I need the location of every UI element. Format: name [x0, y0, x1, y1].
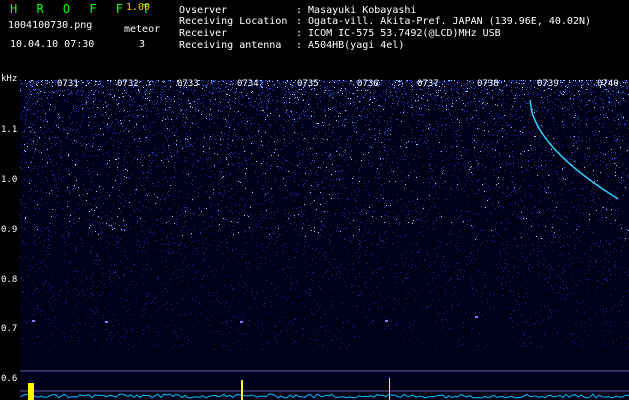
- spectrogram-plot: [20, 80, 629, 400]
- info-value: : Ogata-vill. Akita-Pref. JAPAN (139.96E…: [296, 16, 592, 27]
- info-label: Receiving Location: [179, 16, 288, 27]
- time-label: 0733: [177, 79, 199, 89]
- time-label: 0738: [477, 79, 499, 89]
- meteor-count: 3: [139, 39, 146, 50]
- y-tick-label: 1.1: [1, 125, 18, 135]
- time-label: 0737: [417, 79, 439, 89]
- info-label: Receiver: [179, 28, 228, 39]
- y-tick-label: 0.7: [1, 324, 18, 334]
- time-label: 0735: [297, 79, 319, 89]
- info-observer: Ovserver : Masayuki Kobayashi: [179, 6, 416, 16]
- time-label: 0739: [537, 79, 559, 89]
- y-tick-label: 0.8: [1, 275, 18, 285]
- info-value: : Masayuki Kobayashi: [296, 5, 417, 16]
- time-label: 0734: [237, 79, 259, 89]
- y-tick-label: 0.6: [1, 374, 18, 384]
- info-value: : ICOM IC-575 53.7492(@LCD)MHz USB: [296, 28, 501, 39]
- app-version: 1.00: [126, 2, 151, 13]
- y-tick-label: 0.9: [1, 225, 18, 235]
- info-antenna: Receiving antenna : A504HB(yagi 4el): [179, 41, 404, 51]
- info-receiver: Receiver : ICOM IC-575 53.7492(@LCD)MHz U…: [179, 29, 501, 39]
- waterfall-canvas: [20, 80, 629, 400]
- info-label: Ovserver: [179, 5, 228, 16]
- info-location: Receiving Location : Ogata-vill. Akita-Pr…: [179, 17, 591, 27]
- time-label: 0732: [117, 79, 139, 89]
- time-label: 0731: [57, 79, 79, 89]
- info-label: Receiving antenna: [179, 40, 282, 51]
- y-tick-label: 1.0: [1, 175, 18, 185]
- filename-label: 1004100730.png: [8, 20, 93, 31]
- meteor-label: meteor: [124, 24, 161, 35]
- info-value: : A504HB(yagi 4el): [296, 40, 405, 51]
- y-unit-label: kHz: [1, 74, 18, 84]
- time-label: 0736: [357, 79, 379, 89]
- datetime-label: 10.04.10 07:30: [10, 39, 95, 50]
- time-label: 0740: [597, 79, 619, 89]
